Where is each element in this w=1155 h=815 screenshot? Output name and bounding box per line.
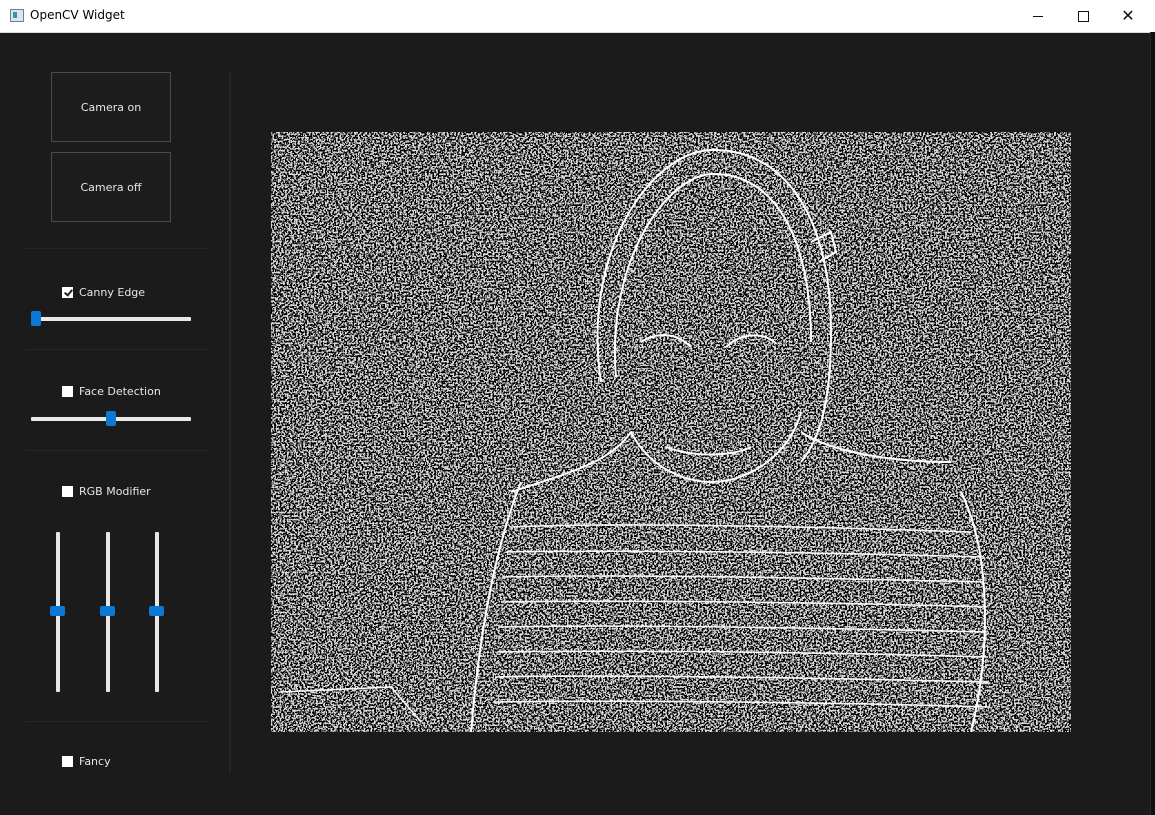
red-slider-handle[interactable] [50, 606, 65, 616]
separator [25, 349, 208, 350]
close-button[interactable]: ✕ [1105, 0, 1151, 32]
red-slider[interactable] [50, 532, 65, 692]
close-icon: ✕ [1121, 6, 1135, 25]
title-bar[interactable]: OpenCV Widget ✕ [0, 0, 1155, 33]
canny-edge-checkbox[interactable]: Canny Edge [62, 286, 145, 299]
minimize-icon [1033, 15, 1043, 17]
checkbox-unchecked-icon[interactable] [62, 756, 73, 767]
fancy-label: Fancy [79, 755, 111, 768]
app-icon [10, 9, 24, 22]
face-slider-handle[interactable] [106, 411, 116, 426]
rgb-modifier-checkbox[interactable]: RGB Modifier [62, 485, 151, 498]
face-detection-slider[interactable] [31, 411, 191, 426]
panel-divider [229, 72, 231, 772]
maximize-button[interactable] [1060, 0, 1106, 32]
canny-slider-handle[interactable] [31, 311, 41, 326]
green-slider-handle[interactable] [100, 606, 115, 616]
face-detection-checkbox[interactable]: Face Detection [62, 385, 161, 398]
checkbox-unchecked-icon[interactable] [62, 386, 73, 397]
separator [25, 721, 208, 722]
minimize-button[interactable] [1015, 0, 1061, 32]
window-title: OpenCV Widget [30, 8, 125, 22]
rgb-modifier-label: RGB Modifier [79, 485, 151, 498]
green-slider[interactable] [100, 532, 115, 692]
checkbox-checked-icon[interactable] [62, 287, 73, 298]
maximize-icon [1077, 10, 1089, 22]
canny-threshold-slider[interactable] [31, 311, 191, 326]
fancy-checkbox[interactable]: Fancy [62, 755, 111, 768]
window-frame [1150, 32, 1155, 815]
separator [25, 248, 208, 249]
face-detection-label: Face Detection [79, 385, 161, 398]
blue-slider[interactable] [149, 532, 164, 692]
camera-on-button[interactable]: Camera on [51, 72, 171, 142]
blue-slider-handle[interactable] [149, 606, 164, 616]
camera-off-button[interactable]: Camera off [51, 152, 171, 222]
checkbox-unchecked-icon[interactable] [62, 486, 73, 497]
separator [25, 450, 208, 451]
canny-edge-label: Canny Edge [79, 286, 146, 299]
camera-output-image [271, 132, 1071, 732]
